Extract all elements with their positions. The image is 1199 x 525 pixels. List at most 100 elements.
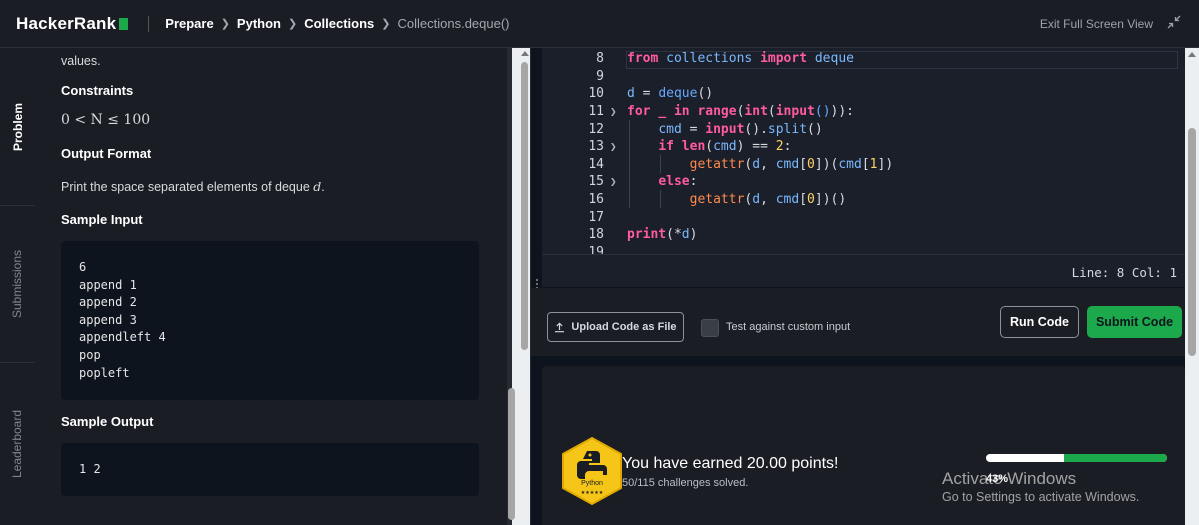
sample-input-line: append 3	[79, 312, 137, 327]
progress-percent: 43%	[986, 473, 1009, 485]
code-line[interactable]: 13 ❯ if len(cmd) == 2:	[542, 138, 1185, 156]
sample-input-line: pop	[79, 347, 101, 362]
scroll-up-arrow-icon[interactable]	[521, 51, 529, 56]
sample-output-heading: Sample Output	[61, 414, 154, 429]
side-nav: Problem Submissions Leaderboard	[0, 48, 35, 525]
output-end: .	[321, 180, 325, 194]
activate-windows-subtitle: Go to Settings to activate Windows.	[942, 490, 1140, 504]
chevron-right-icon: ❯	[287, 18, 298, 30]
scroll-up-arrow-icon[interactable]	[1188, 52, 1196, 57]
tab-submissions-label: Submissions	[10, 249, 25, 319]
sample-input-box: 6 append 1 append 2 append 3 appendleft …	[61, 241, 479, 400]
sample-input-line: popleft	[79, 365, 130, 380]
python-badge-icon: Python ★★★★★	[562, 436, 622, 506]
activate-windows-title: Activate Windows	[942, 469, 1077, 488]
badge-label: Python	[581, 480, 603, 487]
upload-code-button[interactable]: Upload Code as File	[547, 312, 684, 342]
hackerrank-logo[interactable]: HackerRank	[16, 13, 129, 34]
code-text: if len(cmd) == 2:	[658, 139, 792, 155]
exit-fullscreen-link[interactable]: Exit Full Screen View	[1040, 17, 1153, 31]
problem-scrollbar-thumb[interactable]	[521, 62, 528, 350]
breadcrumb-prepare[interactable]: Prepare	[165, 16, 213, 31]
page-scrollbar-thumb[interactable]	[508, 388, 515, 520]
line-number: 8	[596, 51, 604, 67]
progress-fill	[1063, 454, 1167, 462]
sample-input-line: 6	[79, 260, 87, 274]
fold-chevron-icon[interactable]: ❯	[610, 105, 617, 118]
fold-chevron-icon[interactable]: ❯	[610, 175, 617, 188]
tab-submissions[interactable]: Submissions	[0, 206, 35, 363]
problem-statement: values. Constraints 0 < N ≤ 100 Output F…	[35, 48, 507, 525]
line-number: 12	[588, 121, 604, 137]
sample-input-line: append 2	[79, 295, 137, 310]
code-line[interactable]: 19	[542, 244, 1185, 254]
code-line[interactable]: 12 cmd = input().split()	[542, 120, 1185, 138]
code-line[interactable]: 18 print(*d)	[542, 226, 1185, 244]
code-editor[interactable]: 8 from collections import deque 9 10 d =…	[542, 48, 1185, 254]
indent-guide	[660, 190, 661, 208]
code-line[interactable]: 10 d = deque()	[542, 85, 1185, 103]
line-number: 18	[588, 227, 604, 243]
code-text: getattr(d, cmd[0])(cmd[1])	[689, 156, 894, 172]
breadcrumb: Prepare ❯ Python ❯ Collections ❯ Collect…	[165, 16, 509, 31]
breadcrumb-collections[interactable]: Collections	[304, 16, 374, 31]
logo-mark-icon	[119, 17, 129, 30]
sample-output-box: 1 2	[61, 443, 479, 496]
tab-problem[interactable]: Problem	[0, 48, 35, 206]
submit-code-button[interactable]: Submit Code	[1087, 306, 1182, 338]
line-number: 10	[588, 86, 604, 102]
top-bar: HackerRank Prepare ❯ Python ❯ Collection…	[0, 0, 1199, 48]
code-line[interactable]: 14 getattr(d, cmd[0])(cmd[1])	[542, 156, 1185, 174]
exit-fullscreen-icon[interactable]	[1167, 15, 1181, 29]
chevron-right-icon: ❯	[381, 18, 391, 30]
output-format-text: Print the space separated elements of de…	[61, 179, 325, 194]
tab-leaderboard[interactable]: Leaderboard	[0, 363, 35, 525]
editor-status-bar: Line: 8 Col: 1	[542, 254, 1185, 287]
custom-input-checkbox[interactable]	[701, 319, 719, 337]
logo-text: HackerRank	[16, 13, 117, 33]
line-number: 14	[588, 156, 604, 172]
fold-chevron-icon[interactable]: ❯	[610, 140, 617, 153]
code-line[interactable]: 16 getattr(d, cmd[0])()	[542, 191, 1185, 209]
code-text: cmd = input().split()	[658, 121, 823, 137]
badge-stars-icon: ★★★★★	[581, 490, 604, 496]
line-number: 11	[588, 104, 604, 120]
code-text: else:	[658, 174, 698, 190]
header-divider	[148, 15, 150, 32]
code-line[interactable]: 15 ❯ else:	[542, 173, 1185, 191]
indent-guide	[629, 120, 630, 208]
tab-problem-label: Problem	[10, 102, 25, 151]
line-number: 16	[588, 192, 604, 208]
output-format-body: Print the space separated elements of de…	[61, 180, 314, 194]
code-text: print(*d)	[627, 227, 698, 243]
challenges-solved-text: 50/115 challenges solved.	[622, 477, 749, 489]
line-number: 13	[588, 139, 604, 155]
custom-input-label[interactable]: Test against custom input	[726, 321, 850, 333]
sample-input-line: appendleft 4	[79, 330, 166, 345]
cursor-position: Line: 8 Col: 1	[1071, 265, 1177, 280]
page-right-scrollbar[interactable]	[1185, 48, 1199, 525]
upload-icon	[555, 321, 565, 332]
code-line[interactable]: 11 ❯ for _ in range(int(input())):	[542, 103, 1185, 121]
breadcrumb-python[interactable]: Python	[237, 16, 281, 31]
code-text: from collections import deque	[627, 51, 854, 67]
points-earned-text: You have earned 20.00 points!	[622, 455, 839, 472]
code-line[interactable]: 17	[542, 208, 1185, 226]
sample-output-line: 1 2	[79, 462, 101, 476]
intro-text: values.	[61, 54, 101, 68]
line-number: 9	[596, 68, 604, 84]
line-number: 15	[588, 174, 604, 190]
constraints-heading: Constraints	[61, 83, 134, 98]
run-code-button[interactable]: Run Code	[1000, 306, 1079, 338]
page-right-scrollbar-thumb[interactable]	[1188, 128, 1196, 356]
sample-input-heading: Sample Input	[61, 212, 143, 227]
constraint-expression: 0 < N ≤ 100	[61, 112, 151, 128]
sample-input-line: append 1	[79, 277, 137, 292]
code-line[interactable]: 8 from collections import deque	[542, 50, 1185, 69]
code-text: d = deque()	[627, 86, 714, 102]
breadcrumb-current: Collections.deque()	[397, 16, 510, 31]
chevron-right-icon: ❯	[220, 18, 230, 30]
line-number: 19	[588, 244, 604, 254]
code-line[interactable]: 9	[542, 68, 1185, 86]
output-format-heading: Output Format	[61, 146, 152, 161]
